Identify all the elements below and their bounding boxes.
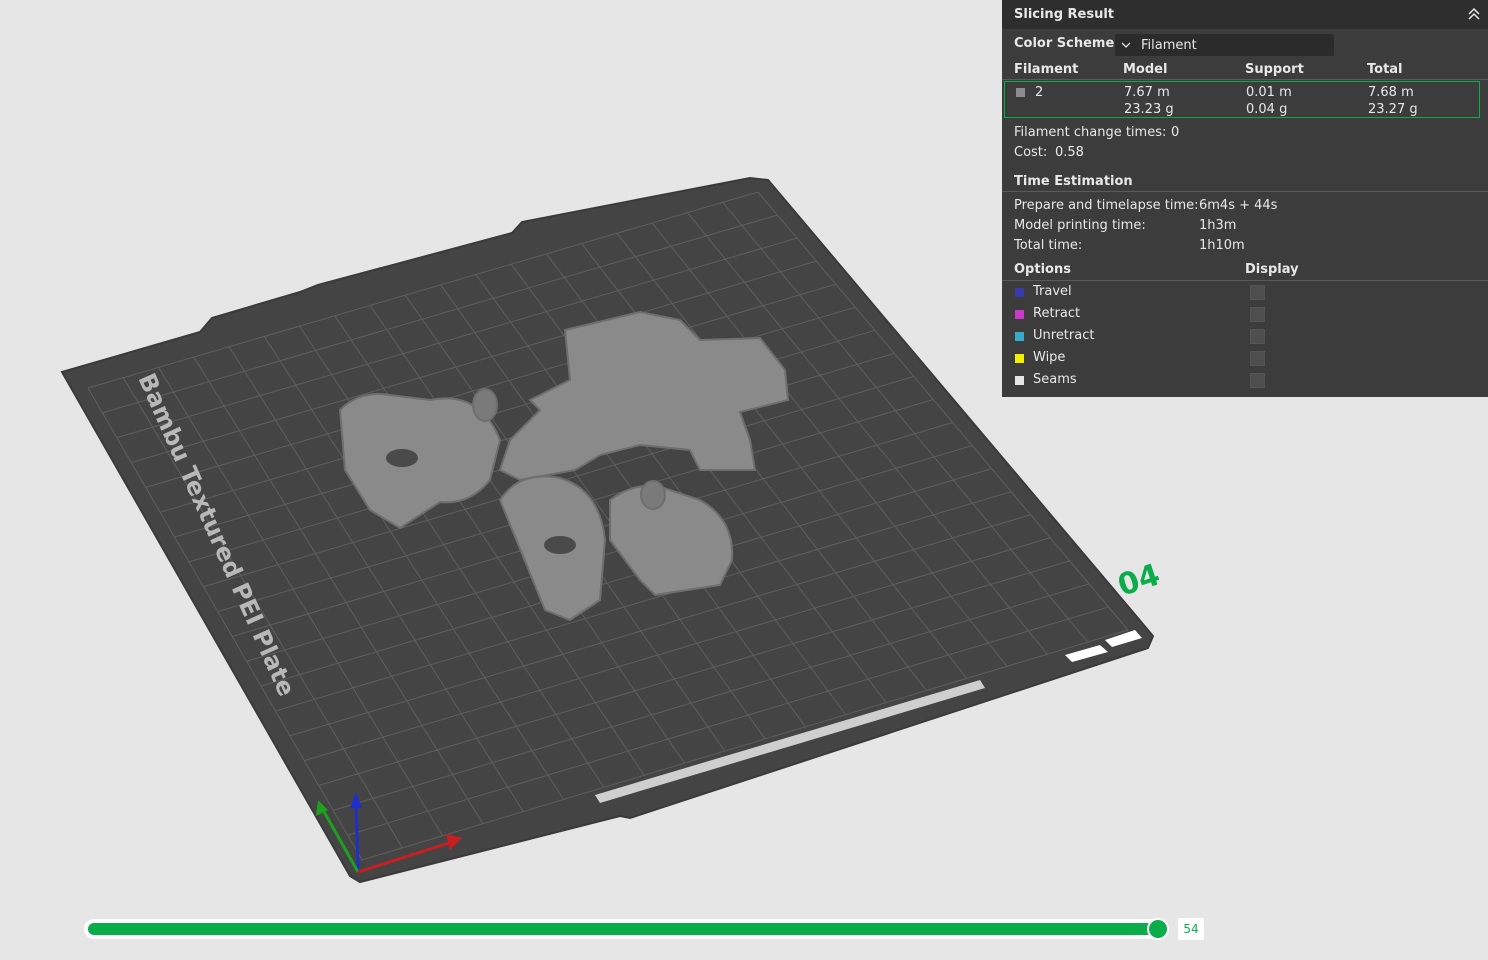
options-header: Options bbox=[1014, 262, 1071, 277]
display-checkbox-unretract[interactable] bbox=[1250, 329, 1265, 344]
model-time-label: Model printing time: bbox=[1014, 218, 1146, 233]
time-estimation-title: Time Estimation bbox=[1014, 174, 1133, 189]
layer-slider-fill bbox=[88, 923, 1158, 935]
color-scheme-label: Color Scheme bbox=[1014, 36, 1115, 51]
col-total: Total bbox=[1367, 62, 1403, 77]
option-color-swatch bbox=[1015, 288, 1024, 297]
cost-label: Cost: bbox=[1014, 145, 1048, 160]
display-checkbox-travel[interactable] bbox=[1250, 285, 1265, 300]
support-length: 0.01 m bbox=[1246, 85, 1292, 100]
divider bbox=[1002, 280, 1488, 281]
divider bbox=[1002, 191, 1488, 192]
filament-change-value: 0 bbox=[1171, 125, 1180, 140]
model-weight: 23.23 g bbox=[1124, 102, 1174, 117]
col-filament: Filament bbox=[1014, 62, 1079, 77]
option-label-travel: Travel bbox=[1033, 284, 1072, 299]
collapse-chevron-icon[interactable] bbox=[1466, 6, 1482, 22]
model-length: 7.67 m bbox=[1124, 85, 1170, 100]
axis-z bbox=[354, 799, 360, 873]
option-color-swatch bbox=[1015, 354, 1024, 363]
chevron-down-icon bbox=[1121, 42, 1131, 48]
filament-change-label: Filament change times: bbox=[1014, 125, 1167, 140]
color-scheme-dropdown[interactable]: Filament bbox=[1115, 34, 1334, 56]
layer-slider-handle[interactable] bbox=[1147, 918, 1169, 940]
panel-title: Slicing Result bbox=[1014, 7, 1115, 22]
col-support: Support bbox=[1245, 62, 1304, 77]
total-weight: 23.27 g bbox=[1368, 102, 1418, 117]
model-time-value: 1h3m bbox=[1199, 218, 1237, 233]
option-label-retract: Retract bbox=[1033, 306, 1081, 321]
display-checkbox-seams[interactable] bbox=[1250, 373, 1265, 388]
option-color-swatch bbox=[1015, 310, 1024, 319]
display-checkbox-wipe[interactable] bbox=[1250, 351, 1265, 366]
option-label-unretract: Unretract bbox=[1033, 328, 1095, 343]
col-model: Model bbox=[1123, 62, 1168, 77]
display-header: Display bbox=[1245, 262, 1299, 277]
display-checkbox-retract[interactable] bbox=[1250, 307, 1265, 322]
option-color-swatch bbox=[1015, 332, 1024, 341]
total-time-label: Total time: bbox=[1014, 238, 1083, 253]
slicing-result-panel: Slicing Result Color Scheme Filament Fil… bbox=[1002, 0, 1488, 397]
total-length: 7.68 m bbox=[1368, 85, 1414, 100]
color-scheme-value: Filament bbox=[1141, 38, 1197, 53]
plate-number: 04 bbox=[1114, 557, 1165, 603]
total-time-value: 1h10m bbox=[1199, 238, 1245, 253]
filament-id: 2 bbox=[1035, 85, 1044, 100]
filament-color-swatch bbox=[1016, 88, 1025, 97]
prepare-time-value: 6m4s + 44s bbox=[1199, 198, 1278, 213]
support-weight: 0.04 g bbox=[1246, 102, 1288, 117]
filament-row[interactable]: 2 7.67 m 23.23 g 0.01 m 0.04 g 7.68 m 23… bbox=[1004, 81, 1480, 118]
panel-header[interactable]: Slicing Result bbox=[1002, 0, 1488, 29]
prepare-time-label: Prepare and timelapse time: bbox=[1014, 198, 1199, 213]
cost-value: 0.58 bbox=[1055, 145, 1084, 160]
option-color-swatch bbox=[1015, 376, 1024, 385]
option-label-wipe: Wipe bbox=[1033, 350, 1066, 365]
divider bbox=[1002, 79, 1488, 80]
layer-slider-value: 54 bbox=[1178, 918, 1204, 940]
option-label-seams: Seams bbox=[1033, 372, 1077, 387]
